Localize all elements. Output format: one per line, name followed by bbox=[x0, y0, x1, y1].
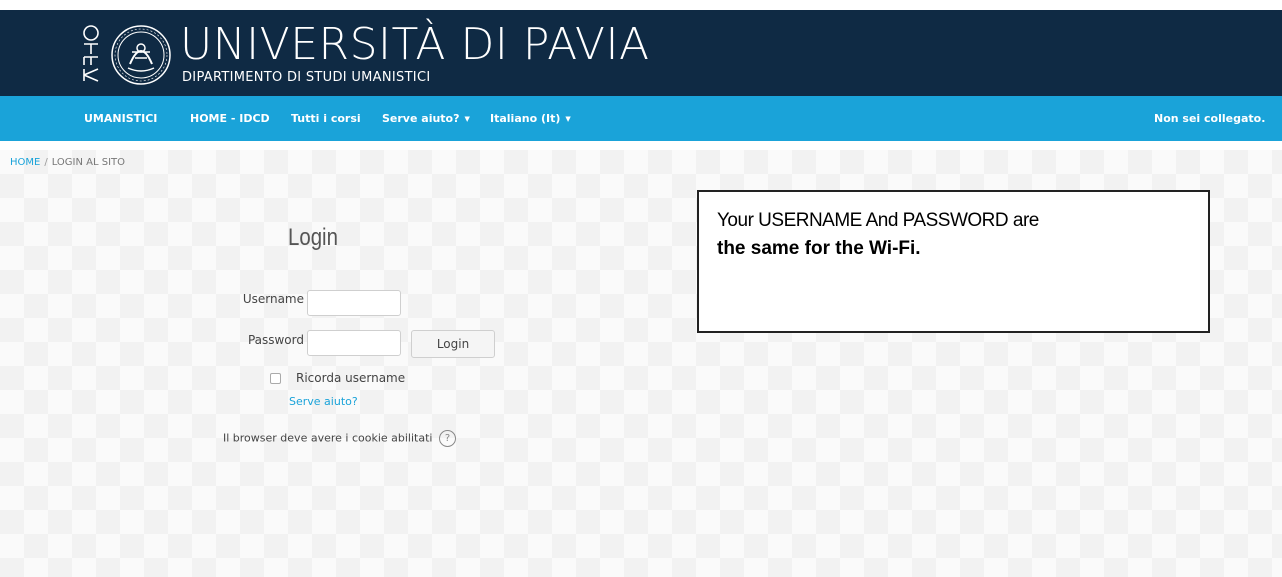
chevron-down-icon: ▼ bbox=[565, 114, 571, 123]
password-label: Password bbox=[247, 333, 304, 347]
nav-home-idcd-label: HOME - IDCD bbox=[190, 112, 270, 125]
nav-tutti-i-corsi[interactable]: Tutti i corsi bbox=[291, 96, 361, 141]
login-button[interactable]: Login bbox=[411, 330, 495, 358]
nav-tutti-i-corsi-label: Tutti i corsi bbox=[291, 112, 361, 125]
nav-umanistici-label: UMANISTICI bbox=[84, 112, 158, 125]
breadcrumb-current: LOGIN AL SITO bbox=[51, 157, 126, 168]
nav-language-dropdown[interactable]: Italiano (It) ▼ bbox=[490, 96, 571, 141]
help-question-icon[interactable]: ? bbox=[438, 430, 456, 447]
breadcrumb: HOME / LOGIN AL SITO bbox=[10, 157, 125, 168]
password-input[interactable] bbox=[307, 330, 401, 356]
chevron-down-icon: ▼ bbox=[464, 114, 470, 123]
university-seal-icon[interactable] bbox=[110, 24, 172, 86]
main-navbar: UMANISTICI HOME - IDCD Tutti i corsi Ser… bbox=[0, 96, 1282, 141]
login-status: Non sei collegato. bbox=[1154, 96, 1265, 141]
username-label: Username bbox=[242, 292, 304, 306]
remember-username-label: Ricorda username bbox=[296, 371, 406, 385]
department-subtitle: DIPARTIMENTO DI STUDI UMANISTICI bbox=[182, 70, 431, 85]
nav-home-idcd[interactable]: HOME - IDCD bbox=[190, 96, 270, 141]
cookie-notice: Il browser deve avere i cookie abilitati… bbox=[223, 430, 456, 447]
nav-umanistici[interactable]: UMANISTICI bbox=[84, 96, 157, 141]
nav-serve-aiuto-label: Serve aiuto? bbox=[382, 112, 460, 125]
university-title: UNIVERSITÀ DI PAVIA bbox=[180, 19, 650, 70]
remember-username-checkbox[interactable] bbox=[270, 373, 281, 384]
username-input[interactable] bbox=[307, 290, 401, 316]
wifi-note-line-1: Your USERNAME And PASSWORD are bbox=[717, 210, 1039, 231]
wifi-note-box: Your USERNAME And PASSWORD are the same … bbox=[697, 190, 1210, 333]
kiro-logo[interactable] bbox=[80, 24, 102, 84]
help-link[interactable]: Serve aiuto? bbox=[289, 395, 358, 408]
cookie-notice-text: Il browser deve avere i cookie abilitati bbox=[223, 431, 433, 445]
wifi-note-line-2: the same for the Wi-Fi. bbox=[717, 238, 921, 259]
nav-serve-aiuto-dropdown[interactable]: Serve aiuto? ▼ bbox=[382, 96, 470, 141]
nav-language-label: Italiano (It) bbox=[490, 112, 561, 125]
site-header: UNIVERSITÀ DI PAVIA DIPARTIMENTO DI STUD… bbox=[0, 10, 1282, 96]
breadcrumb-home-link[interactable]: HOME bbox=[10, 157, 40, 168]
breadcrumb-separator: / bbox=[44, 157, 48, 168]
login-status-text: Non sei collegato. bbox=[1154, 112, 1266, 125]
login-heading: Login bbox=[288, 224, 338, 251]
